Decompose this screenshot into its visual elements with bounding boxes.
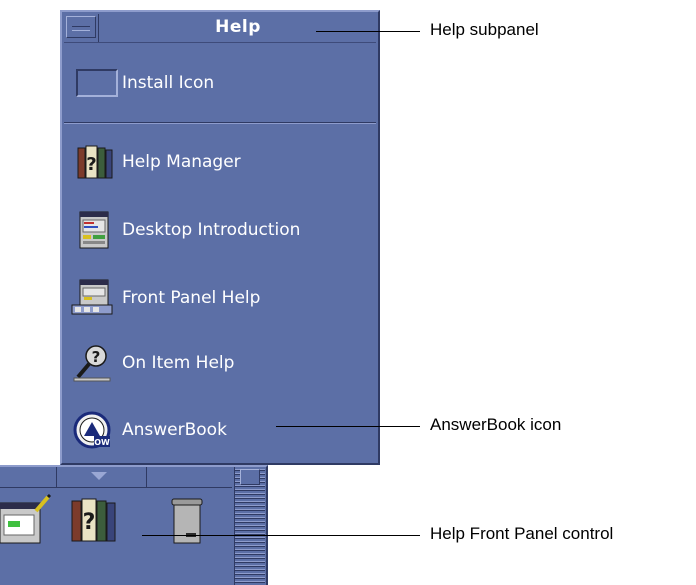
trash-can-icon <box>171 498 203 544</box>
on-item-help-label: On Item Help <box>122 353 235 373</box>
install-icon <box>70 63 120 103</box>
desktop-introduction-label: Desktop Introduction <box>122 220 301 240</box>
svg-text:?: ? <box>86 154 96 175</box>
text-editor-control[interactable] <box>0 493 54 549</box>
install-icon-label: Install Icon <box>122 73 215 93</box>
subpanel-arrow-icon[interactable] <box>91 472 107 480</box>
front-panel-subpanel-tabs <box>0 467 232 488</box>
desktop-introduction-item[interactable]: Desktop Introduction <box>70 204 374 256</box>
svg-text:?: ? <box>83 510 96 535</box>
front-panel: ? <box>0 465 268 585</box>
answerbook-icon: OW <box>70 410 120 450</box>
front-panel-help-item[interactable]: Front Panel Help <box>70 272 374 324</box>
help-subpanel-callout: Help subpanel <box>430 20 539 39</box>
minimize-bar-icon <box>72 26 90 31</box>
install-icon-drop-zone[interactable]: Install Icon <box>70 57 374 109</box>
help-front-panel-control[interactable]: ? <box>68 493 122 549</box>
front-panel-help-label: Front Panel Help <box>122 288 261 308</box>
help-front-panel-control-callout: Help Front Panel control <box>430 524 614 543</box>
on-item-help-item[interactable]: ? On Item Help <box>70 337 374 389</box>
help-manager-label: Help Manager <box>122 152 241 172</box>
help-control-callout-line <box>142 535 420 536</box>
subpanel-titlebar: Help <box>64 14 376 43</box>
svg-text:?: ? <box>92 348 101 366</box>
help-manager-item[interactable]: ? Help Manager <box>70 136 374 188</box>
answerbook-callout-line <box>276 426 420 427</box>
help-subpanel-callout-line <box>316 31 420 32</box>
front-panel-help-icon <box>70 278 120 318</box>
front-panel-scroll-handle[interactable] <box>234 467 265 585</box>
answerbook-item[interactable]: OW AnswerBook <box>70 404 374 456</box>
trash-control[interactable] <box>162 493 216 549</box>
answerbook-label: AnswerBook <box>122 420 227 440</box>
text-editor-icon <box>0 493 52 544</box>
subpanel-title: Help <box>215 17 261 37</box>
desktop-intro-icon <box>70 210 120 250</box>
books-question-icon: ? <box>70 142 120 182</box>
magnifier-question-icon: ? <box>70 343 120 383</box>
close-subpanel-button[interactable] <box>66 16 96 38</box>
answerbook-icon-callout: AnswerBook icon <box>430 415 562 434</box>
help-books-icon: ? <box>71 498 116 542</box>
help-subpanel: Help Install Icon ? Help Manager Desktop… <box>60 10 380 465</box>
svg-text:OW: OW <box>94 438 110 447</box>
front-panel-menu-button[interactable] <box>240 469 260 485</box>
subpanel-divider <box>64 122 376 124</box>
